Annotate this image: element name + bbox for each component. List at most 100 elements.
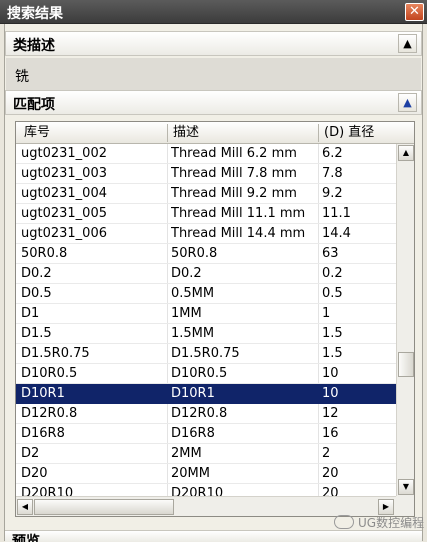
cell-library-number: ugt0231_002 xyxy=(21,146,107,161)
cell-diameter: 11.1 xyxy=(322,206,351,221)
arrow-right-icon: ▶ xyxy=(382,502,390,511)
match-collapse-button[interactable]: ▲ xyxy=(398,93,417,112)
cell-description: Thread Mill 6.2 mm xyxy=(171,146,297,161)
table-row[interactable]: D1 1MM 1 xyxy=(16,304,396,324)
table-row-selected[interactable]: D10R1 D10R1 10 xyxy=(16,384,396,404)
scroll-up-button[interactable]: ▲ xyxy=(398,145,414,161)
cell-library-number: ugt0231_006 xyxy=(21,226,107,241)
cell-description: D10R1 xyxy=(171,386,215,401)
cell-description: 0.5MM xyxy=(171,286,215,301)
cell-diameter: 7.8 xyxy=(322,166,343,181)
cell-library-number: D10R0.5 xyxy=(21,366,78,381)
cell-diameter: 0.5 xyxy=(322,286,343,301)
watermark: UG数控编程 xyxy=(334,514,424,532)
column-header-diameter[interactable]: (D) 直径 xyxy=(324,125,374,141)
chevron-up-icon: ▲ xyxy=(403,37,412,50)
cell-library-number: 50R0.8 xyxy=(21,246,68,261)
table-row[interactable]: ugt0231_004 Thread Mill 9.2 mm 9.2 xyxy=(16,184,396,204)
match-section-header[interactable]: 匹配项 ▲ xyxy=(5,90,422,115)
cell-diameter: 10 xyxy=(322,366,339,381)
scroll-right-button[interactable]: ▶ xyxy=(378,499,394,515)
category-collapse-button[interactable]: ▲ xyxy=(398,34,417,53)
cell-library-number: D0.2 xyxy=(21,266,52,281)
arrow-down-icon: ▼ xyxy=(402,482,410,491)
column-header-description[interactable]: 描述 xyxy=(173,125,199,141)
cell-description: Thread Mill 11.1 mm xyxy=(171,206,306,221)
title-bar: 搜索结果 ✕ xyxy=(0,0,427,24)
cell-library-number: D1.5 xyxy=(21,326,52,341)
cell-library-number: D2 xyxy=(21,446,40,461)
cell-description: 1.5MM xyxy=(171,326,215,341)
cell-description: Thread Mill 9.2 mm xyxy=(171,186,297,201)
cell-library-number: D10R1 xyxy=(21,386,65,401)
cell-description: 1MM xyxy=(171,306,202,321)
category-value: 铣 xyxy=(15,69,29,85)
cell-description: D12R0.8 xyxy=(171,406,228,421)
cell-description: 20MM xyxy=(171,466,210,481)
cell-diameter: 12 xyxy=(322,406,339,421)
cell-diameter: 14.4 xyxy=(322,226,351,241)
close-button[interactable]: ✕ xyxy=(405,3,424,21)
match-section-title: 匹配项 xyxy=(13,97,55,113)
column-divider[interactable] xyxy=(167,124,168,142)
arrow-left-icon: ◀ xyxy=(21,502,29,511)
table-row[interactable]: D0.2 D0.2 0.2 xyxy=(16,264,396,284)
cell-library-number: D12R0.8 xyxy=(21,406,78,421)
vertical-scroll-thumb[interactable] xyxy=(398,352,414,377)
table-row[interactable]: ugt0231_002 Thread Mill 6.2 mm 6.2 xyxy=(16,144,396,164)
horizontal-scrollbar[interactable]: ◀ ▶ xyxy=(16,496,396,516)
cell-description: Thread Mill 7.8 mm xyxy=(171,166,297,181)
cell-description: Thread Mill 14.4 mm xyxy=(171,226,306,241)
table-row[interactable]: D0.5 0.5MM 0.5 xyxy=(16,284,396,304)
cell-diameter: 16 xyxy=(322,426,339,441)
preview-section-title: 预览 xyxy=(12,534,40,542)
cell-library-number: ugt0231_004 xyxy=(21,186,107,201)
cell-diameter: 2 xyxy=(322,446,331,461)
results-table[interactable]: 库号 描述 (D) 直径 ugt0231_002 Thread Mill 6.2 … xyxy=(15,121,415,517)
cell-diameter: 0.2 xyxy=(322,266,343,281)
cell-library-number: D16R8 xyxy=(21,426,65,441)
cell-diameter: 9.2 xyxy=(322,186,343,201)
table-row[interactable]: D16R8 D16R8 16 xyxy=(16,424,396,444)
cell-library-number: D20 xyxy=(21,466,48,481)
chevron-up-icon: ▲ xyxy=(403,96,412,109)
cell-diameter: 6.2 xyxy=(322,146,343,161)
table-row[interactable]: D20 20MM 20 xyxy=(16,464,396,484)
wechat-icon xyxy=(334,515,354,529)
table-row[interactable]: ugt0231_003 Thread Mill 7.8 mm 7.8 xyxy=(16,164,396,184)
close-icon: ✕ xyxy=(409,4,420,19)
scroll-left-button[interactable]: ◀ xyxy=(17,499,33,515)
table-row[interactable]: D10R0.5 D10R0.5 10 xyxy=(16,364,396,384)
table-row[interactable]: ugt0231_006 Thread Mill 14.4 mm 14.4 xyxy=(16,224,396,244)
cell-description: D0.2 xyxy=(171,266,202,281)
cell-description: D16R8 xyxy=(171,426,215,441)
watermark-text: UG数控编程 xyxy=(358,516,425,530)
scrollbar-corner xyxy=(396,496,414,516)
cell-diameter: 1 xyxy=(322,306,331,321)
cell-diameter: 1.5 xyxy=(322,326,343,341)
table-row[interactable]: ugt0231_005 Thread Mill 11.1 mm 11.1 xyxy=(16,204,396,224)
arrow-up-icon: ▲ xyxy=(402,148,410,157)
cell-diameter: 10 xyxy=(322,386,339,401)
scroll-down-button[interactable]: ▼ xyxy=(398,479,414,495)
category-value-box: 铣 xyxy=(6,58,421,90)
horizontal-scroll-thumb[interactable] xyxy=(34,499,174,515)
cell-description: D10R0.5 xyxy=(171,366,228,381)
table-body: ugt0231_002 Thread Mill 6.2 mm 6.2 ugt0231_… xyxy=(16,144,396,504)
window-title: 搜索结果 xyxy=(7,6,63,22)
column-header-library-number[interactable]: 库号 xyxy=(24,125,50,141)
table-row[interactable]: D1.5R0.75 D1.5R0.75 1.5 xyxy=(16,344,396,364)
table-header: 库号 描述 (D) 直径 xyxy=(16,122,414,144)
cell-library-number: ugt0231_005 xyxy=(21,206,107,221)
cell-library-number: ugt0231_003 xyxy=(21,166,107,181)
category-section-header[interactable]: 类描述 ▲ xyxy=(5,31,422,56)
table-row[interactable]: D12R0.8 D12R0.8 12 xyxy=(16,404,396,424)
cell-description: D1.5R0.75 xyxy=(171,346,240,361)
table-row[interactable]: D1.5 1.5MM 1.5 xyxy=(16,324,396,344)
column-divider[interactable] xyxy=(318,124,319,142)
table-row[interactable]: D2 2MM 2 xyxy=(16,444,396,464)
cell-description: 50R0.8 xyxy=(171,246,218,261)
table-row[interactable]: 50R0.8 50R0.8 63 xyxy=(16,244,396,264)
vertical-scrollbar[interactable]: ▲ ▼ xyxy=(396,144,414,496)
cell-description: 2MM xyxy=(171,446,202,461)
